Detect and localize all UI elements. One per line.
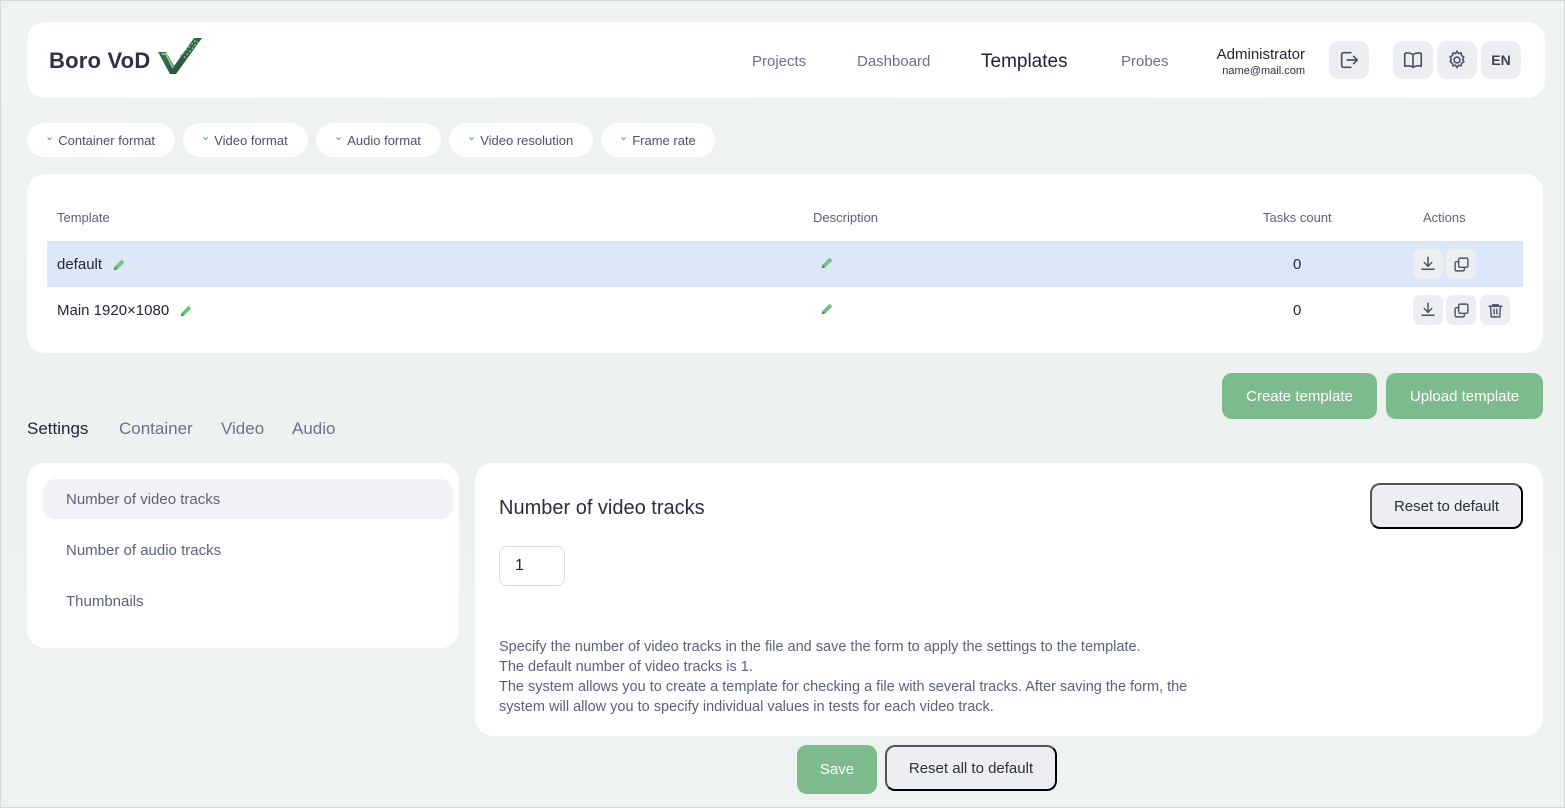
- download-icon: [1421, 302, 1435, 316]
- language-button[interactable]: EN: [1481, 41, 1521, 79]
- delete-button[interactable]: [1480, 295, 1510, 325]
- column-header-template: Template: [57, 210, 110, 225]
- logo[interactable]: Boro VoD: [49, 38, 204, 74]
- video-tracks-input[interactable]: [499, 546, 565, 586]
- filter-video-format[interactable]: ⌄ Video format: [183, 123, 308, 157]
- help-text: Specify the number of video tracks in th…: [499, 637, 1259, 717]
- top-header: Boro VoD Projects Dashboard Templates Pr…: [27, 22, 1545, 98]
- user-email: name@mail.com: [1222, 65, 1305, 77]
- nav-probes[interactable]: Probes: [1121, 53, 1169, 70]
- settings-menu: Number of video tracks Number of audio t…: [27, 463, 459, 648]
- nav-templates[interactable]: Templates: [981, 51, 1068, 73]
- filter-label: Audio format: [347, 132, 421, 148]
- column-header-actions: Actions: [1423, 210, 1466, 225]
- filter-label: Container format: [58, 132, 156, 148]
- download-icon: [1421, 256, 1435, 270]
- tasks-count-cell: 0: [1293, 302, 1302, 319]
- edit-description-pencil-icon[interactable]: [820, 302, 834, 316]
- help-line: The system allows you to create a templa…: [499, 679, 1188, 695]
- duplicate-button[interactable]: [1446, 249, 1476, 279]
- edit-name-pencil-icon[interactable]: [112, 258, 126, 272]
- template-name: default: [57, 256, 103, 273]
- table-row[interactable]: default 0: [47, 241, 1523, 287]
- logout-button[interactable]: [1329, 41, 1369, 79]
- copy-icon: [1453, 302, 1469, 318]
- logo-text: Boro VoD: [49, 48, 151, 73]
- docs-button[interactable]: [1393, 41, 1433, 79]
- tab-audio[interactable]: Audio: [292, 419, 335, 439]
- gear-icon: [1449, 49, 1465, 69]
- templates-table: Template Description Tasks count Actions…: [27, 174, 1543, 353]
- nav-dashboard[interactable]: Dashboard: [857, 53, 930, 70]
- edit-description-pencil-icon[interactable]: [820, 256, 834, 270]
- tab-video[interactable]: Video: [221, 419, 264, 439]
- logo-check-icon: [158, 38, 203, 74]
- user-info[interactable]: Administrator name@mail.com: [1207, 46, 1305, 77]
- filter-frame-rate[interactable]: ⌄ Frame rate: [601, 123, 715, 157]
- chevron-down-icon: ⌄: [467, 130, 477, 143]
- filter-container-format[interactable]: ⌄ Container format: [27, 123, 175, 157]
- help-line: system will allow you to specify individ…: [499, 699, 994, 715]
- duplicate-button[interactable]: [1446, 295, 1476, 325]
- column-header-tasks-count: Tasks count: [1263, 210, 1332, 225]
- settings-item-thumbnails[interactable]: Thumbnails: [43, 581, 453, 621]
- settings-item-video-tracks[interactable]: Number of video tracks: [43, 479, 453, 519]
- chevron-down-icon: ⌄: [201, 130, 211, 143]
- settings-panel: Number of video tracks Reset to default …: [475, 463, 1543, 736]
- download-button[interactable]: [1413, 249, 1443, 279]
- template-name-cell: default: [57, 256, 126, 273]
- download-button[interactable]: [1413, 295, 1443, 325]
- tasks-count-cell: 0: [1293, 256, 1302, 273]
- filter-label: Frame rate: [632, 132, 696, 148]
- filter-label: Video format: [214, 132, 288, 148]
- chevron-down-icon: ⌄: [619, 130, 629, 143]
- settings-item-audio-tracks[interactable]: Number of audio tracks: [43, 530, 453, 570]
- help-line: Specify the number of video tracks in th…: [499, 639, 1141, 655]
- reset-to-default-button[interactable]: Reset to default: [1370, 483, 1523, 529]
- template-name: Main 1920×1080: [57, 302, 170, 319]
- tab-container[interactable]: Container: [119, 419, 193, 439]
- chevron-down-icon: ⌄: [334, 130, 344, 143]
- copy-icon: [1453, 256, 1469, 272]
- book-icon: [1403, 52, 1423, 69]
- upload-template-button[interactable]: Upload template: [1386, 373, 1543, 419]
- chevron-down-icon: ⌄: [45, 130, 55, 143]
- filter-label: Video resolution: [480, 132, 574, 148]
- filter-audio-format[interactable]: ⌄ Audio format: [316, 123, 441, 157]
- column-header-description: Description: [813, 210, 879, 225]
- save-button[interactable]: Save: [797, 745, 877, 794]
- nav-projects[interactable]: Projects: [752, 53, 806, 70]
- create-template-button[interactable]: Create template: [1222, 373, 1377, 419]
- help-line: The default number of video tracks is 1.: [499, 659, 753, 675]
- settings-button[interactable]: [1437, 41, 1477, 79]
- trash-icon: [1487, 303, 1503, 318]
- filter-video-resolution[interactable]: ⌄ Video resolution: [449, 123, 593, 157]
- logout-icon: [1340, 51, 1359, 69]
- table-row[interactable]: Main 1920×1080 0: [47, 287, 1523, 333]
- reset-all-button[interactable]: Reset all to default: [885, 745, 1057, 791]
- user-name: Administrator: [1216, 46, 1305, 63]
- section-title: Number of video tracks: [499, 497, 705, 519]
- template-name-cell: Main 1920×1080: [57, 302, 193, 319]
- tab-settings[interactable]: Settings: [27, 419, 88, 439]
- edit-name-pencil-icon[interactable]: [179, 304, 193, 318]
